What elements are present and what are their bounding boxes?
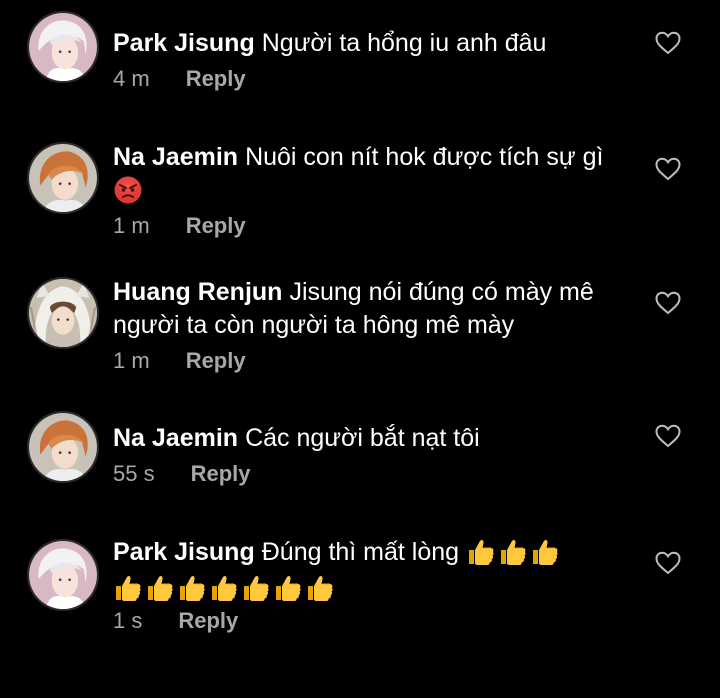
- like-heart-icon[interactable]: [655, 31, 681, 55]
- comment-author[interactable]: Na Jaemin: [113, 424, 238, 452]
- comment-text: Đúng thì mất lòng: [261, 538, 460, 566]
- comment-author[interactable]: Huang Renjun: [113, 278, 282, 306]
- comment-body: Park Jisung Đúng thì mất lòng: [113, 536, 633, 606]
- thumbs-up-icon: [177, 573, 207, 603]
- comment-timestamp: 55 s: [113, 461, 155, 486]
- comment-timestamp: 4 m: [113, 66, 150, 91]
- comment-meta: 1 m Reply: [113, 348, 246, 374]
- thumbs-up-icon: [498, 537, 528, 567]
- comment-body: Park Jisung Người ta hổng iu anh đâu: [113, 27, 633, 60]
- comment-body: Na Jaemin Các người bắt nạt tôi: [113, 422, 633, 455]
- like-heart-icon[interactable]: [655, 291, 681, 315]
- emoji-row: [113, 175, 145, 208]
- like-heart-icon[interactable]: [655, 424, 681, 448]
- reply-button[interactable]: Reply: [191, 461, 251, 487]
- thumbs-up-icon: [241, 573, 271, 603]
- emoji-row: [113, 573, 633, 606]
- avatar-orange-hair-icon: [29, 413, 97, 481]
- comment-meta: 4 m Reply: [113, 66, 246, 92]
- comment-timestamp: 1 s: [113, 608, 143, 633]
- avatar-silver-hair-icon: [29, 13, 97, 81]
- reply-button[interactable]: Reply: [178, 608, 238, 634]
- comment-timestamp: 1 m: [113, 348, 150, 373]
- thumbs-up-icon: [145, 573, 175, 603]
- reply-button[interactable]: Reply: [186, 348, 246, 374]
- comment-body: Na Jaemin Nuôi con nít hok được tích sự g…: [113, 141, 633, 208]
- comment-body: Huang Renjun Jisung nói đúng có mày mê ng…: [113, 276, 633, 342]
- avatar-orange-hair-icon: [29, 144, 97, 212]
- comment-author[interactable]: Na Jaemin: [113, 143, 238, 171]
- like-heart-icon[interactable]: [655, 551, 681, 575]
- thumbs-up-icon: [113, 573, 143, 603]
- comment-author[interactable]: Park Jisung: [113, 29, 255, 57]
- thumbs-up-icon: [273, 573, 303, 603]
- avatar[interactable]: [27, 11, 99, 83]
- avatar[interactable]: [27, 142, 99, 214]
- comment-meta: 55 s Reply: [113, 461, 251, 487]
- like-heart-icon[interactable]: [655, 157, 681, 181]
- thumbs-up-icon: [530, 537, 560, 567]
- comment-timestamp: 1 m: [113, 213, 150, 238]
- thumbs-up-icon: [209, 573, 239, 603]
- avatar[interactable]: [27, 277, 99, 349]
- avatar-bunny-hood-icon: [29, 279, 97, 347]
- thumbs-up-icon: [466, 537, 496, 567]
- comment-meta: 1 s Reply: [113, 608, 238, 634]
- reply-button[interactable]: Reply: [186, 213, 246, 239]
- comment-text: Người ta hổng iu anh đâu: [261, 29, 547, 57]
- reply-button[interactable]: Reply: [186, 66, 246, 92]
- thumbs-up-icon: [305, 573, 335, 603]
- avatar-silver-hair-icon: [29, 541, 97, 609]
- comment-meta: 1 m Reply: [113, 213, 246, 239]
- comment-author[interactable]: Park Jisung: [113, 538, 255, 566]
- emoji-row: [466, 537, 562, 570]
- avatar[interactable]: [27, 411, 99, 483]
- comment-text: Các người bắt nạt tôi: [245, 424, 480, 452]
- comment-text: Nuôi con nít hok được tích sự gì: [245, 143, 604, 171]
- avatar[interactable]: [27, 539, 99, 611]
- angry-face-icon: [113, 175, 143, 205]
